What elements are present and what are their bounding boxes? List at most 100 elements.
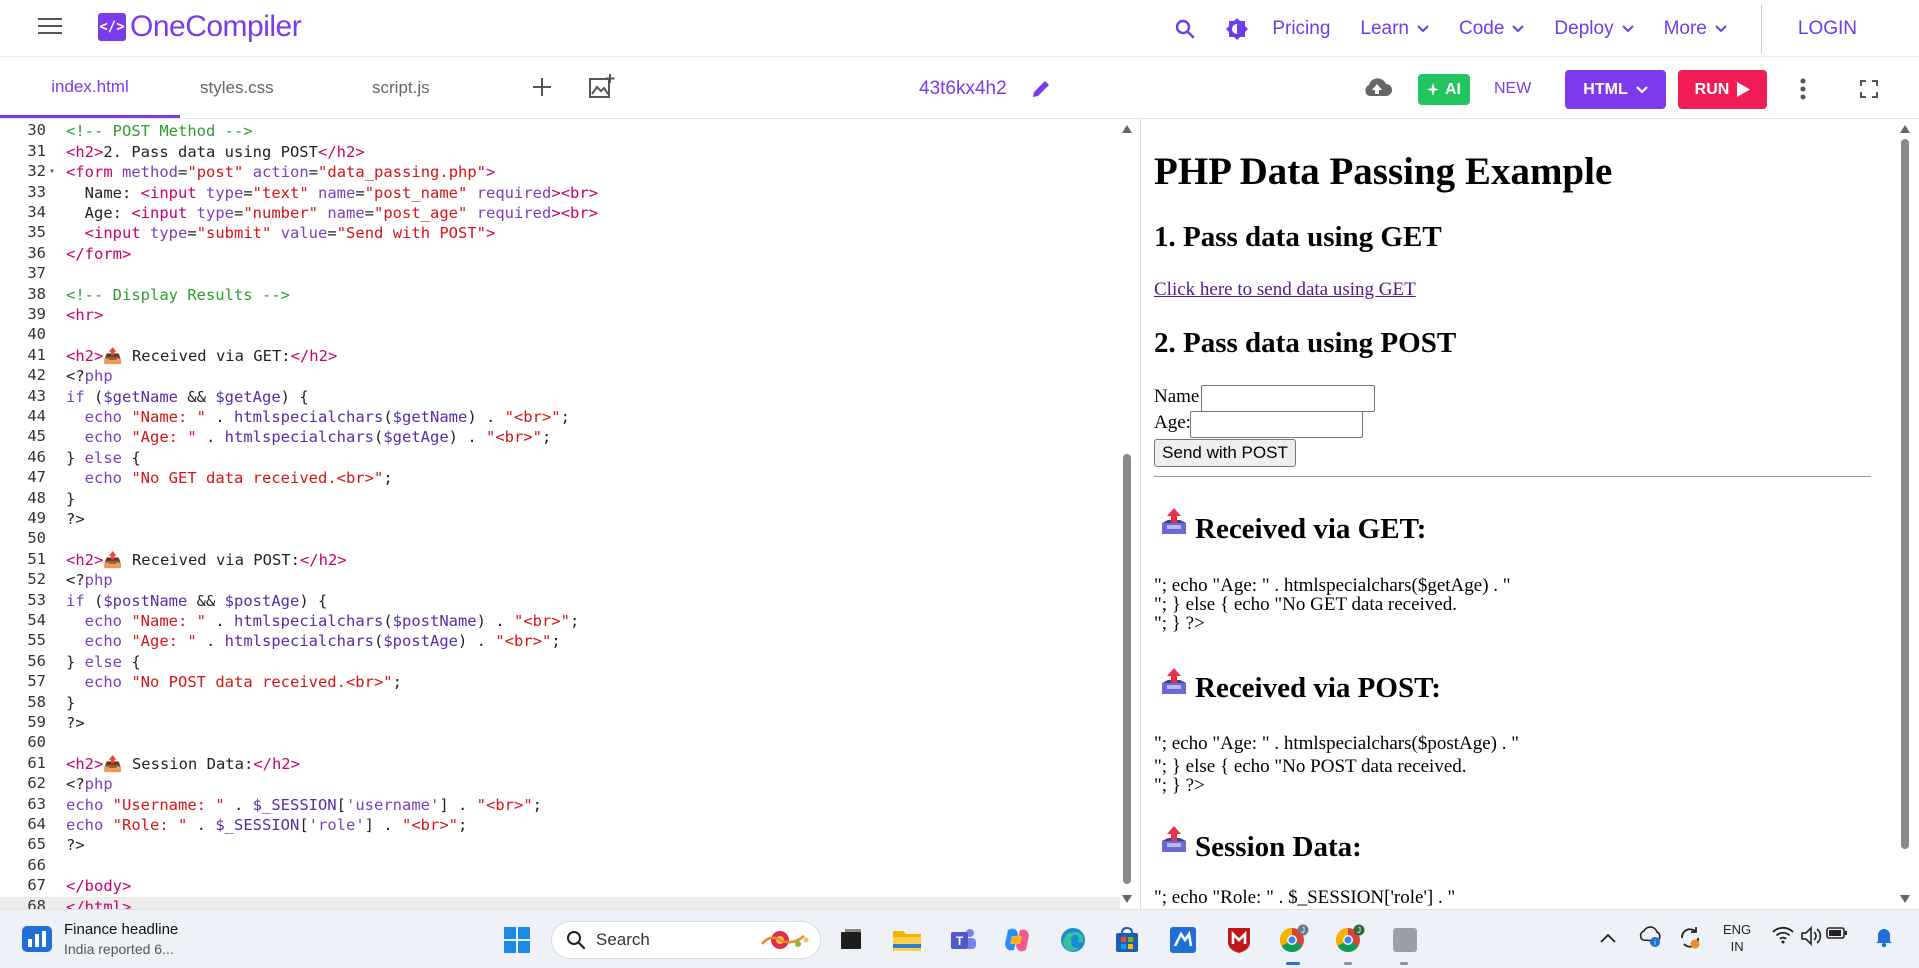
volume-icon[interactable] [1800, 926, 1822, 951]
code-line[interactable]: 56} else { [0, 652, 1120, 672]
code-line[interactable]: 54 echo "Name: " . htmlspecialchars($pos… [0, 611, 1120, 631]
code-line[interactable]: 36 </form> [0, 244, 1120, 264]
code-line[interactable]: 31 <h2>2. Pass data using POST</h2> [0, 142, 1120, 162]
code-line[interactable]: 35 <input type="submit" value="Send with… [0, 223, 1120, 243]
code-line[interactable]: 57 echo "No POST data received.<br>"; [0, 672, 1120, 692]
battery-icon[interactable] [1826, 926, 1848, 945]
code-line[interactable]: 61 <h2>📤 Session Data:</h2> [0, 754, 1120, 774]
copilot-icon[interactable] [1000, 923, 1034, 957]
task-view-icon[interactable] [834, 923, 868, 957]
preview-scroll-up-arrow-icon[interactable] [1900, 125, 1910, 133]
onedrive-sync-icon[interactable]: i [1638, 926, 1662, 953]
line-number: 47 [27, 468, 46, 487]
chrome-icon[interactable]: J [1332, 923, 1366, 957]
code-line[interactable]: 43 if ($getName && $getAge) { [0, 387, 1120, 407]
preview-name-input[interactable] [1201, 385, 1375, 412]
ai-button[interactable]: AI [1418, 74, 1470, 105]
editor-scroll-up-arrow-icon[interactable] [1122, 125, 1132, 133]
code-line[interactable]: 45 echo "Age: " . htmlspecialchars($getA… [0, 427, 1120, 447]
news-widget[interactable]: Finance headline India reported 6... [22, 921, 178, 957]
edit-pencil-icon[interactable] [1030, 78, 1052, 105]
code-line[interactable]: 58} [0, 693, 1120, 713]
code-line[interactable]: 41 <h2>📤 Received via GET:</h2> [0, 346, 1120, 366]
code-line[interactable]: 33 Name: <input type="text" name="post_n… [0, 183, 1120, 203]
editor-scroll-down-arrow-icon[interactable] [1122, 895, 1132, 903]
theme-toggle-icon[interactable] [1220, 12, 1254, 46]
code-line[interactable]: 34 Age: <input type="number" name="post_… [0, 203, 1120, 223]
run-button[interactable]: RUN [1678, 70, 1767, 109]
code-line[interactable]: 40 [0, 325, 1120, 345]
code-line[interactable]: 51 <h2>📤 Received via POST:</h2> [0, 550, 1120, 570]
code-line[interactable]: 48} [0, 489, 1120, 509]
code-line[interactable]: 66 [0, 856, 1120, 876]
code-line[interactable]: 62 <?php [0, 774, 1120, 794]
project-id[interactable]: 43t6kx4h2 [919, 78, 1007, 100]
code-line[interactable]: 55 echo "Age: " . htmlspecialchars($post… [0, 631, 1120, 651]
code-line[interactable]: 53 if ($postName && $postAge) { [0, 591, 1120, 611]
language-indicator[interactable]: ENG IN [1723, 921, 1751, 955]
code-line[interactable]: 37 [0, 264, 1120, 284]
edge-browser-icon[interactable] [1056, 923, 1090, 957]
new-button[interactable]: NEW [1494, 80, 1531, 98]
taskbar-search[interactable]: Search [551, 921, 821, 959]
code-line[interactable]: 49 ?> [0, 509, 1120, 529]
login-button[interactable]: LOGIN [1798, 18, 1857, 40]
code-line[interactable]: 65 ?> [0, 835, 1120, 855]
preview-scrollbar-thumb[interactable] [1901, 139, 1909, 849]
file-explorer-icon[interactable] [890, 923, 924, 957]
sync-update-icon[interactable] [1678, 926, 1702, 955]
code-line[interactable]: 64 echo "Role: " . $_SESSION['role'] . "<… [0, 815, 1120, 835]
windows-start-icon[interactable] [500, 923, 534, 957]
code-line[interactable]: 50 [0, 529, 1120, 549]
tab-styles-css[interactable]: styles.css [200, 58, 274, 118]
code-line[interactable]: 47 echo "No GET data received.<br>"; [0, 468, 1120, 488]
add-file-icon[interactable] [531, 76, 553, 103]
tab-index-html[interactable]: index.html [0, 58, 180, 118]
nav-more[interactable]: More [1664, 18, 1727, 40]
code-line[interactable]: 44 echo "Name: " . htmlspecialchars($get… [0, 407, 1120, 427]
notification-bell-icon[interactable] [1874, 926, 1894, 953]
preview-submit-button[interactable]: Send with POST [1154, 439, 1296, 467]
add-image-icon[interactable] [588, 74, 615, 105]
cloud-upload-icon[interactable] [1362, 76, 1392, 105]
fold-arrow-icon[interactable]: ▾ [49, 162, 55, 182]
nav-learn[interactable]: Learn [1360, 18, 1429, 40]
more-options-icon[interactable] [1800, 78, 1806, 105]
chrome-icon[interactable]: J [1276, 923, 1310, 957]
code-line[interactable]: 46} else { [0, 448, 1120, 468]
fullscreen-icon[interactable] [1860, 80, 1878, 103]
preview-scroll-down-arrow-icon[interactable] [1900, 895, 1910, 903]
code-line[interactable]: 60 [0, 733, 1120, 753]
code-line[interactable]: 52 <?php [0, 570, 1120, 590]
code-text: <h2>📤 Session Data:</h2> [66, 754, 300, 773]
microsoft-store-icon[interactable] [1110, 923, 1144, 957]
code-editor-app-icon[interactable] [1166, 923, 1200, 957]
logo[interactable]: </> OneCompiler [98, 10, 302, 44]
code-line[interactable]: 63 echo "Username: " . $_SESSION['usernam… [0, 795, 1120, 815]
code-line[interactable]: 30 <!-- POST Method --> [0, 121, 1120, 141]
code-line[interactable]: 39 <hr> [0, 305, 1120, 325]
nav-pricing[interactable]: Pricing [1272, 18, 1330, 40]
teams-icon[interactable]: T [946, 923, 980, 957]
code-line[interactable]: 32 ▾ <form method="post" action="data_pass… [0, 162, 1120, 182]
code-line[interactable]: 68 </html> [0, 896, 1120, 909]
search-icon[interactable] [1168, 12, 1202, 46]
chevron-up-icon[interactable] [1600, 930, 1616, 948]
app-window-icon[interactable] [1388, 923, 1422, 957]
preview-get-link[interactable]: Click here to send data using GET [1154, 279, 1416, 301]
code-line[interactable]: 42 <?php [0, 366, 1120, 386]
preview-age-input[interactable] [1190, 411, 1363, 438]
language-select-button[interactable]: HTML [1565, 70, 1666, 109]
tab-script-js[interactable]: script.js [372, 58, 430, 118]
code-editor[interactable]: 2930<!-- POST Method -->31<h2>2. Pass da… [0, 119, 1138, 909]
code-line[interactable]: 67 </body> [0, 876, 1120, 896]
wifi-icon[interactable] [1772, 926, 1794, 949]
hamburger-menu-icon[interactable] [38, 18, 62, 36]
mcafee-icon[interactable] [1222, 923, 1256, 957]
line-number: 68 [27, 896, 46, 909]
editor-scrollbar-thumb[interactable] [1123, 454, 1131, 884]
code-line[interactable]: 59 ?> [0, 713, 1120, 733]
nav-deploy[interactable]: Deploy [1554, 18, 1634, 40]
nav-code[interactable]: Code [1459, 18, 1525, 40]
code-line[interactable]: 38 <!-- Display Results --> [0, 285, 1120, 305]
